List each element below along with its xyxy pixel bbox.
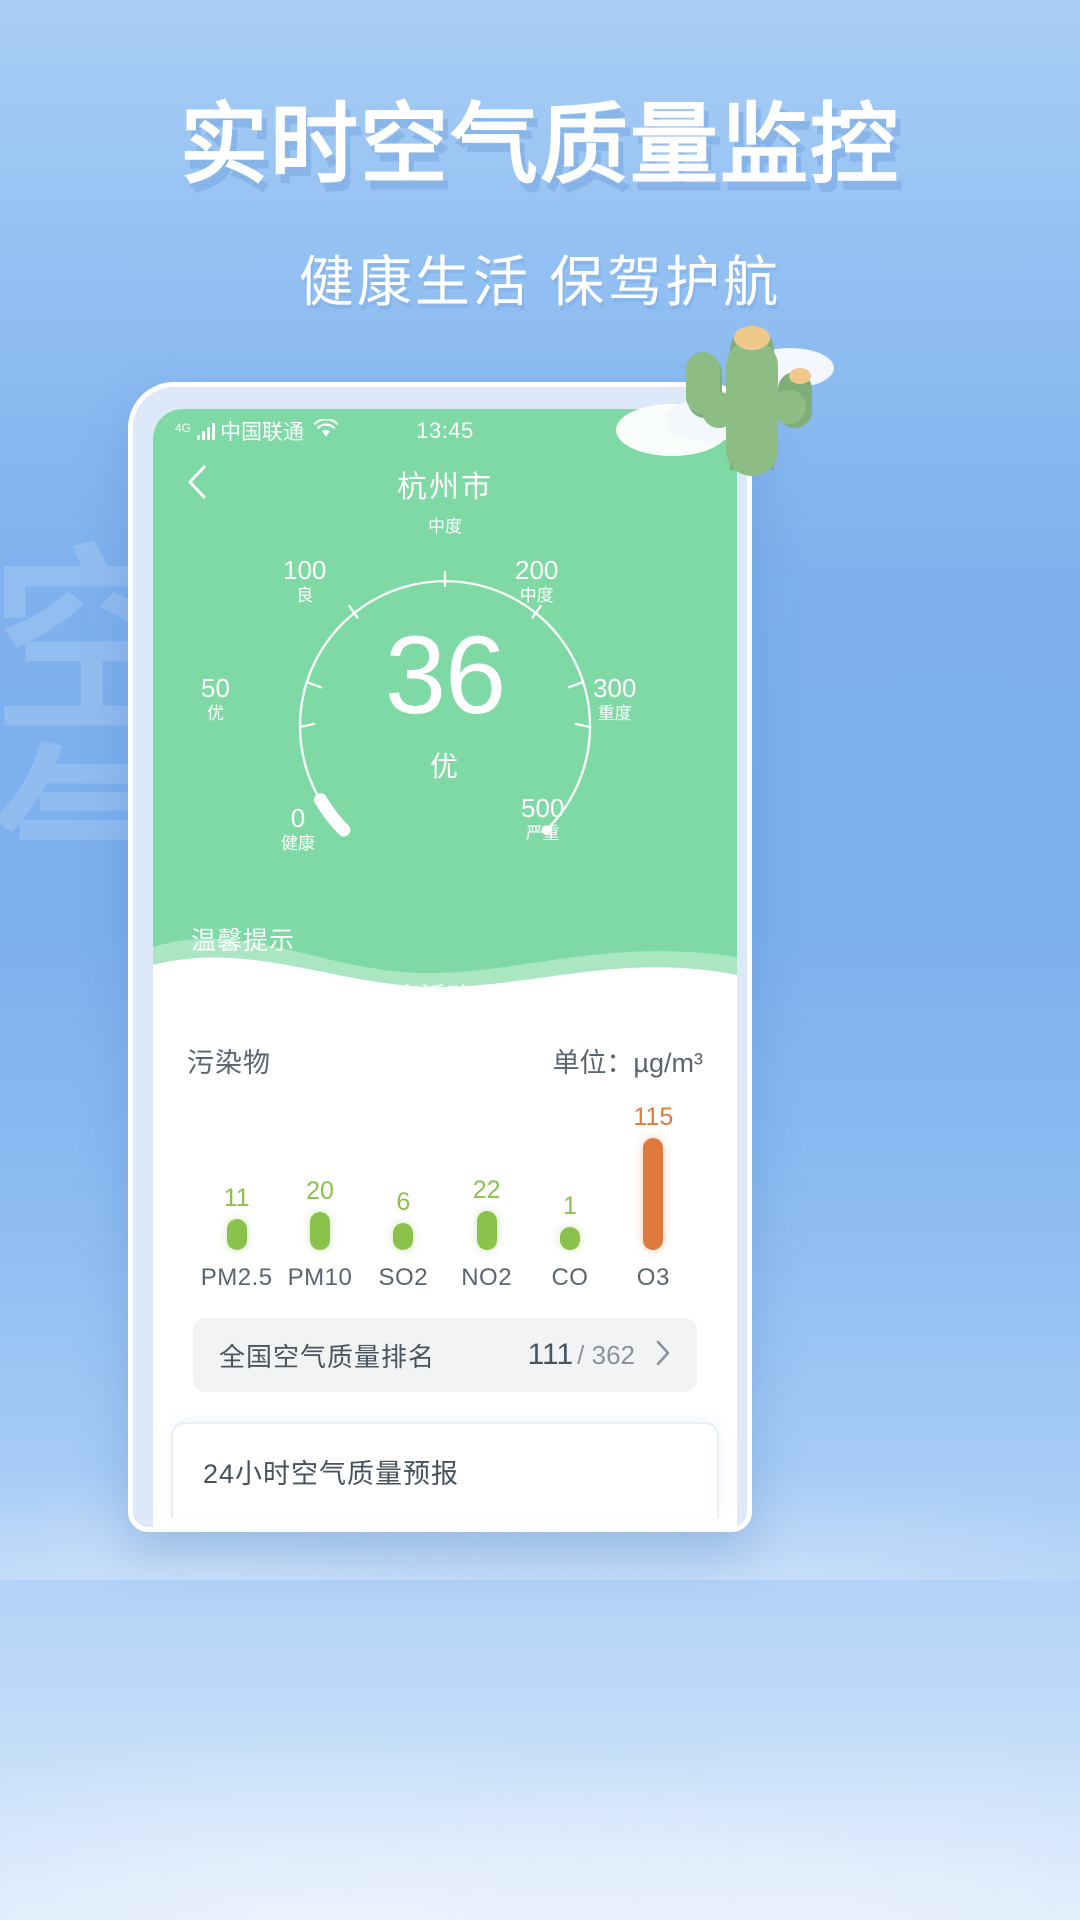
forecast-label: 24小时空气质量预报 bbox=[203, 1458, 460, 1489]
pollutant-value-pm25: 11 bbox=[223, 1184, 250, 1213]
pollutant-item-so2: 6 SO2 bbox=[362, 1102, 445, 1292]
pollutant-item-pm10: 20 PM10 bbox=[278, 1102, 361, 1292]
aqi-readout: 36 优 bbox=[153, 621, 737, 785]
pollutant-item-o3: 115 O3 bbox=[612, 1102, 695, 1292]
gauge-tick-0-text: 健康 bbox=[281, 833, 315, 853]
pollutant-label-pm10: PM10 bbox=[287, 1264, 353, 1291]
pollutants-unit: 单位：µg/m³ bbox=[552, 1048, 703, 1078]
gauge-label-top: 中度 bbox=[428, 517, 462, 536]
aqi-gauge: 中度 100 良 200 中度 50 优 300 重度 0 健康 500 严重 … bbox=[153, 515, 737, 915]
pollutant-value-so2: 6 bbox=[396, 1188, 411, 1217]
pollutant-item-co: 1 CO bbox=[528, 1102, 611, 1292]
ranking-total: / 362 bbox=[577, 1339, 635, 1370]
pollutant-item-no2: 22 NO2 bbox=[445, 1102, 528, 1292]
gauge-tick-100-num: 100 bbox=[283, 555, 327, 585]
pollutant-label-so2: SO2 bbox=[378, 1264, 429, 1291]
pollutant-label-o3: O3 bbox=[636, 1264, 670, 1291]
pollutant-bar-pm10 bbox=[309, 1212, 330, 1250]
pollutant-value-o3: 115 bbox=[633, 1103, 674, 1131]
cloud-band-lower bbox=[0, 1640, 1080, 1920]
gauge-tick-200: 200 中度 bbox=[515, 555, 558, 606]
signal-bars-icon bbox=[197, 422, 216, 440]
promo-headline: 实时空气质量监控 bbox=[179, 95, 900, 194]
gauge-tick-100-text: 良 bbox=[296, 585, 314, 605]
pollutant-bar-so2 bbox=[393, 1223, 414, 1250]
gauge-tick-500: 500 严重 bbox=[521, 793, 564, 844]
gauge-tick-500-num: 500 bbox=[521, 793, 565, 823]
aqi-value: 36 bbox=[384, 614, 506, 737]
tips-text: 空气很好，可以外出活动，呼吸新鲜空气。 bbox=[191, 983, 676, 1011]
pollutant-label-co: CO bbox=[551, 1264, 589, 1291]
pollutant-bar-co bbox=[559, 1227, 580, 1250]
pollutant-value-no2: 22 bbox=[472, 1175, 501, 1204]
pollutant-bar-o3 bbox=[643, 1138, 664, 1250]
gauge-tick-500-text: 严重 bbox=[525, 823, 560, 843]
back-button[interactable] bbox=[177, 464, 217, 504]
forecast-card[interactable]: 24小时空气质量预报 bbox=[171, 1422, 719, 1518]
tips-title: 温馨提示 bbox=[191, 927, 296, 955]
network-type-label: 4G bbox=[175, 421, 192, 435]
phone-screen: 4G 中国联通 13:45 杭州市 中度 100 良 200 中度 50 优 3… bbox=[153, 409, 737, 1527]
phone-mockup: 4G 中国联通 13:45 杭州市 中度 100 良 200 中度 50 优 3… bbox=[128, 382, 752, 1532]
promo-header: 实时空气质量监控 健康生活 保驾护航 bbox=[0, 0, 1080, 317]
cactus-illustration bbox=[612, 280, 842, 500]
ranking-position: 111 bbox=[527, 1338, 574, 1371]
gauge-tick-200-num: 200 bbox=[515, 555, 559, 585]
chevron-left-icon bbox=[186, 464, 208, 505]
pollutant-label-no2: NO2 bbox=[461, 1264, 513, 1291]
ranking-label: 全国空气质量排名 bbox=[219, 1341, 436, 1372]
pollutants-title: 污染物 bbox=[187, 1048, 271, 1078]
pollutant-value-pm10: 20 bbox=[306, 1177, 334, 1206]
pollutant-bar-no2 bbox=[476, 1210, 497, 1250]
pollutant-value-co: 1 bbox=[563, 1192, 577, 1221]
gauge-tick-200-text: 中度 bbox=[519, 585, 554, 605]
chevron-right-icon bbox=[655, 1339, 671, 1372]
national-ranking-row[interactable]: 全国空气质量排名 111 / 362 bbox=[193, 1318, 697, 1392]
pollutant-bar-pm25 bbox=[226, 1219, 247, 1250]
aqi-level: 优 bbox=[429, 751, 460, 782]
gauge-tick-0: 0 健康 bbox=[281, 803, 315, 854]
pollutants-panel: 污染物 单位：µg/m³ 11 PM2.5 20 PM10 6 SO2 22 N… bbox=[153, 997, 737, 1518]
gauge-tick-0-num: 0 bbox=[290, 803, 306, 833]
pollutant-label-pm25: PM2.5 bbox=[200, 1264, 273, 1291]
gauge-tick-100: 100 良 bbox=[283, 555, 326, 606]
promo-subheadline: 健康生活 保驾护航 bbox=[298, 251, 782, 313]
tips-block: 温馨提示 空气很好，可以外出活动，呼吸新鲜空气。 bbox=[153, 921, 737, 1013]
wifi-icon bbox=[313, 417, 339, 444]
status-bar-left: 4G 中国联通 bbox=[175, 416, 339, 446]
carrier-label: 中国联通 bbox=[220, 421, 305, 444]
pollutants-bar-chart: 11 PM2.5 20 PM10 6 SO2 22 NO2 1 CO 115 O… bbox=[187, 1102, 703, 1292]
pollutant-item-pm25: 11 PM2.5 bbox=[195, 1102, 278, 1292]
